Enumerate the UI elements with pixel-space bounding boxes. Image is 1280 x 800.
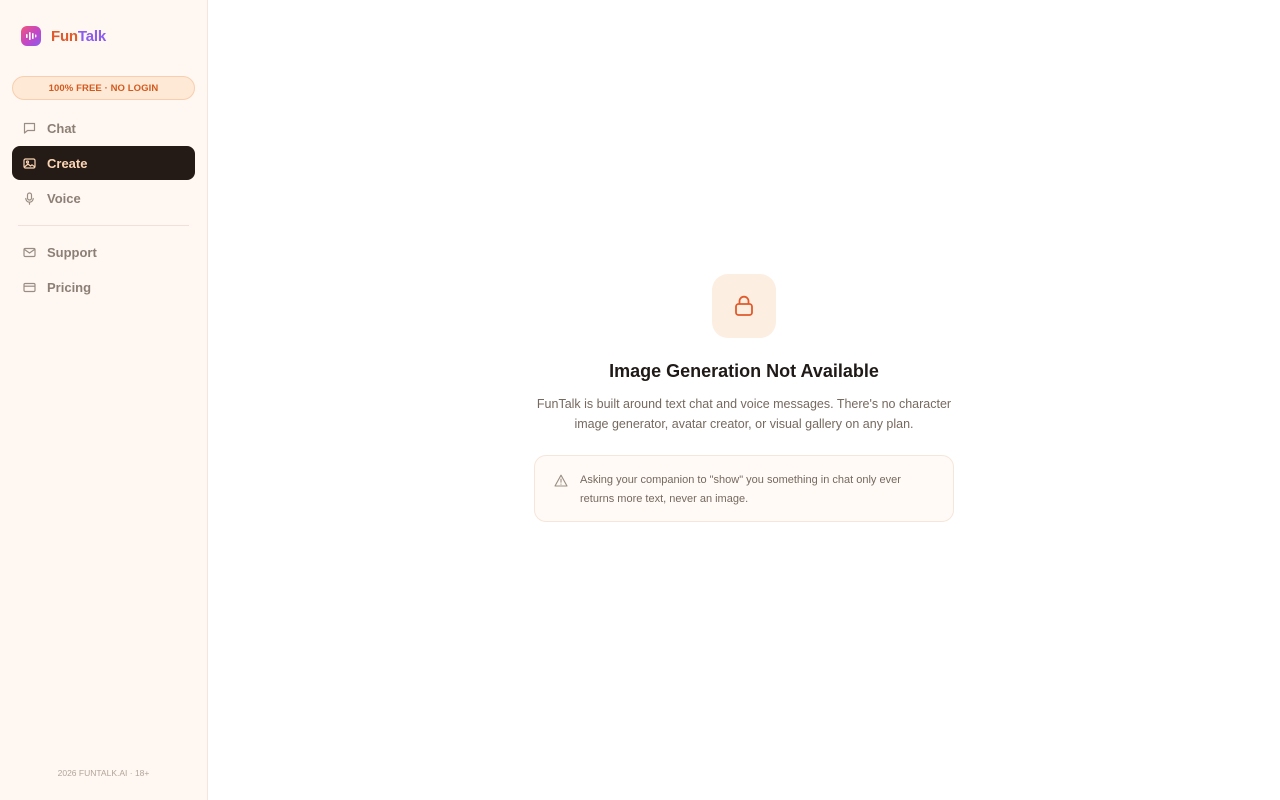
microphone-icon — [23, 191, 36, 205]
lock-icon — [712, 274, 776, 338]
nav-item-create[interactable]: Create — [12, 146, 195, 180]
info-note: Asking your companion to "show" you some… — [534, 455, 954, 522]
nav-divider — [18, 225, 189, 226]
nav-item-label: Pricing — [47, 279, 92, 295]
nav-item-pricing[interactable]: Pricing — [12, 270, 195, 304]
nav-item-support[interactable]: Support — [12, 235, 195, 269]
image-icon — [23, 157, 36, 170]
nav-item-label: Chat — [47, 120, 76, 136]
unavailable-panel: Image Generation Not Available FunTalk i… — [208, 274, 1280, 522]
nav-item-label: Create — [47, 155, 88, 171]
page-title: Image Generation Not Available — [609, 361, 879, 381]
chat-icon — [23, 122, 36, 135]
brand-name-part2: Talk — [77, 27, 106, 45]
nav-item-voice[interactable]: Voice — [12, 181, 195, 215]
sidebar: FunTalk 100% FREE · NO LOGIN Chat Create — [0, 0, 208, 800]
warning-icon — [554, 474, 568, 492]
brand[interactable]: FunTalk — [12, 0, 195, 72]
main-content: Image Generation Not Available FunTalk i… — [208, 0, 1280, 800]
audio-wave-icon — [21, 26, 41, 46]
nav-item-chat[interactable]: Chat — [12, 111, 195, 145]
sidebar-footer: 2026 FUNTALK.AI · 18+ — [57, 768, 150, 778]
credit-card-icon — [23, 281, 36, 294]
brand-name-part1: Fun — [51, 27, 78, 45]
mail-icon — [23, 246, 36, 259]
primary-nav: Chat Create Voice Support Pricing — [12, 111, 195, 304]
brand-name: FunTalk — [51, 28, 106, 45]
nav-item-label: Voice — [47, 190, 81, 206]
free-badge: 100% FREE · NO LOGIN — [12, 76, 195, 100]
note-text: Asking your companion to "show" you some… — [580, 474, 901, 505]
nav-item-label: Support — [47, 244, 97, 260]
page-description: FunTalk is built around text chat and vo… — [536, 397, 952, 431]
